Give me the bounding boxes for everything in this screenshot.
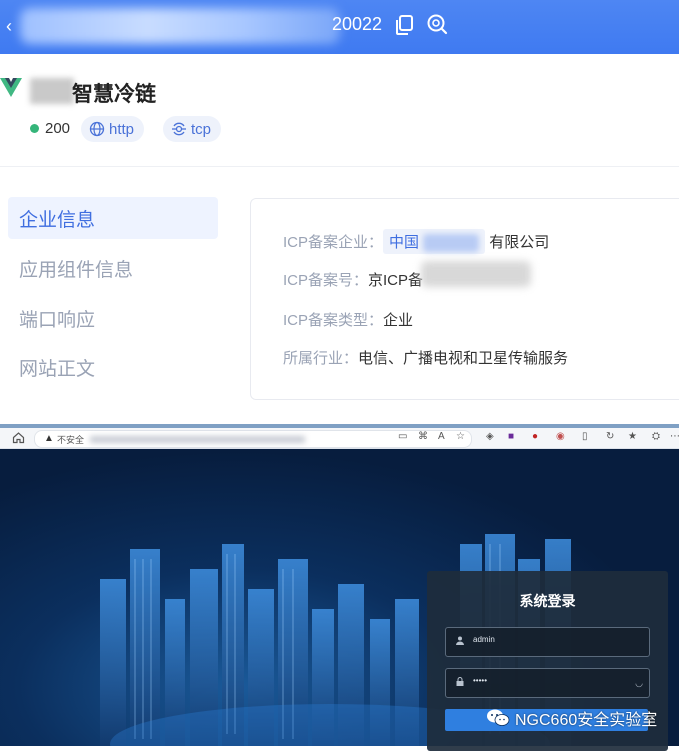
status-code: 200 xyxy=(45,120,71,137)
profile-icon[interactable]: ⛭ xyxy=(652,431,660,442)
extension-red-icon[interactable]: ● xyxy=(532,431,538,442)
icp-company-prefix: 中国 xyxy=(389,234,420,251)
url-suffix[interactable]: 20022 xyxy=(332,14,382,35)
sidebar-item-company-info[interactable]: 企业信息 xyxy=(8,197,218,239)
watermark-text: NGC660安全实验室 xyxy=(515,712,658,729)
icp-industry-value: 电信、广播电视和卫星传输服务 xyxy=(358,350,569,367)
inner-browser-toolbar: ▲ 不安全 xyxy=(0,428,679,449)
protocol-label-tcp: tcp xyxy=(191,120,212,138)
icp-type-row: ICP备案类型： 企业 xyxy=(283,309,413,330)
icp-company-link[interactable]: 中国 xyxy=(383,229,486,255)
wechat-icon xyxy=(487,709,510,726)
user-icon xyxy=(456,636,464,645)
address-bar: ‹ 20022 xyxy=(0,0,679,54)
home-icon[interactable] xyxy=(12,431,25,444)
title-redacted xyxy=(30,78,74,104)
copy-icon[interactable] xyxy=(394,14,414,36)
vue-logo-icon xyxy=(0,78,22,97)
more-icon[interactable]: ⋯ xyxy=(670,431,679,442)
password-value: ••••• xyxy=(473,676,488,685)
icp-number-row: ICP备案号： 京ICP备 xyxy=(283,269,423,290)
sidebar-item-site-body[interactable]: 网站正文 xyxy=(8,346,218,388)
icp-industry-row: 所属行业： 电信、广播电视和卫星传输服务 xyxy=(283,347,568,368)
icp-type-value: 企业 xyxy=(383,312,414,329)
split-icon[interactable]: ▯ xyxy=(582,431,588,442)
username-field[interactable]: admin xyxy=(445,627,650,657)
favorite-icon[interactable]: ☆ xyxy=(456,431,465,442)
login-title: 系统登录 xyxy=(519,593,576,609)
read-icon[interactable]: ▭ xyxy=(398,431,407,442)
grid-icon[interactable]: ⌘ xyxy=(418,431,428,442)
sidebar-item-port-response[interactable]: 端口响应 xyxy=(8,297,218,339)
refresh-icon[interactable]: ↻ xyxy=(606,431,614,442)
icp-number-value: 京ICP备 xyxy=(368,272,424,289)
watermark: NGC660安全实验室 xyxy=(486,706,657,730)
collections-icon[interactable]: ★ xyxy=(628,431,637,442)
status-dot-icon xyxy=(30,124,39,133)
lock-icon xyxy=(456,677,464,686)
sidebar-item-components[interactable]: 应用组件信息 xyxy=(8,247,218,289)
extension-purple-icon[interactable]: ■ xyxy=(508,431,514,442)
password-field[interactable]: ••••• ◡ xyxy=(445,668,650,698)
site-title: 智慧冷链 xyxy=(72,83,156,106)
icp-industry-label: 所属行业： xyxy=(283,350,359,367)
username-value: admin xyxy=(473,635,495,644)
icp-company-suffix: 有限公司 xyxy=(489,234,550,252)
company-name-redacted xyxy=(423,234,480,253)
url-redacted xyxy=(20,8,340,44)
font-icon[interactable]: A xyxy=(438,431,445,442)
extension-icon[interactable]: ◈ xyxy=(486,431,494,442)
icp-number-label: ICP备案号： xyxy=(283,272,369,289)
back-arrow-icon[interactable]: ‹ xyxy=(6,16,12,37)
icp-company-row: ICP备案企业： 中国 有限公司 xyxy=(283,229,550,255)
protocol-tag-http[interactable]: http xyxy=(81,116,145,142)
search-scan-icon[interactable] xyxy=(426,13,448,35)
site-header: 智慧冷链 200 http tcp xyxy=(0,54,679,167)
eye-closed-icon[interactable]: ◡ xyxy=(635,678,643,689)
warning-icon: ▲ xyxy=(44,433,54,444)
network-icon xyxy=(172,122,186,136)
icp-info-card: ICP备案企业： 中国 有限公司 ICP备案号： 京ICP备 ICP备案类型： … xyxy=(250,198,679,400)
icp-company-label: ICP备案企业： xyxy=(283,234,384,252)
icp-number-redacted xyxy=(421,261,531,287)
globe-icon xyxy=(89,121,105,137)
icp-type-label: ICP备案类型： xyxy=(283,312,384,329)
extension-circle-icon[interactable]: ◉ xyxy=(556,431,565,442)
protocol-tag-tcp[interactable]: tcp xyxy=(163,116,222,142)
security-status: 不安全 xyxy=(57,435,85,445)
inner-url-redacted xyxy=(90,436,305,443)
protocol-label-http: http xyxy=(109,120,135,138)
